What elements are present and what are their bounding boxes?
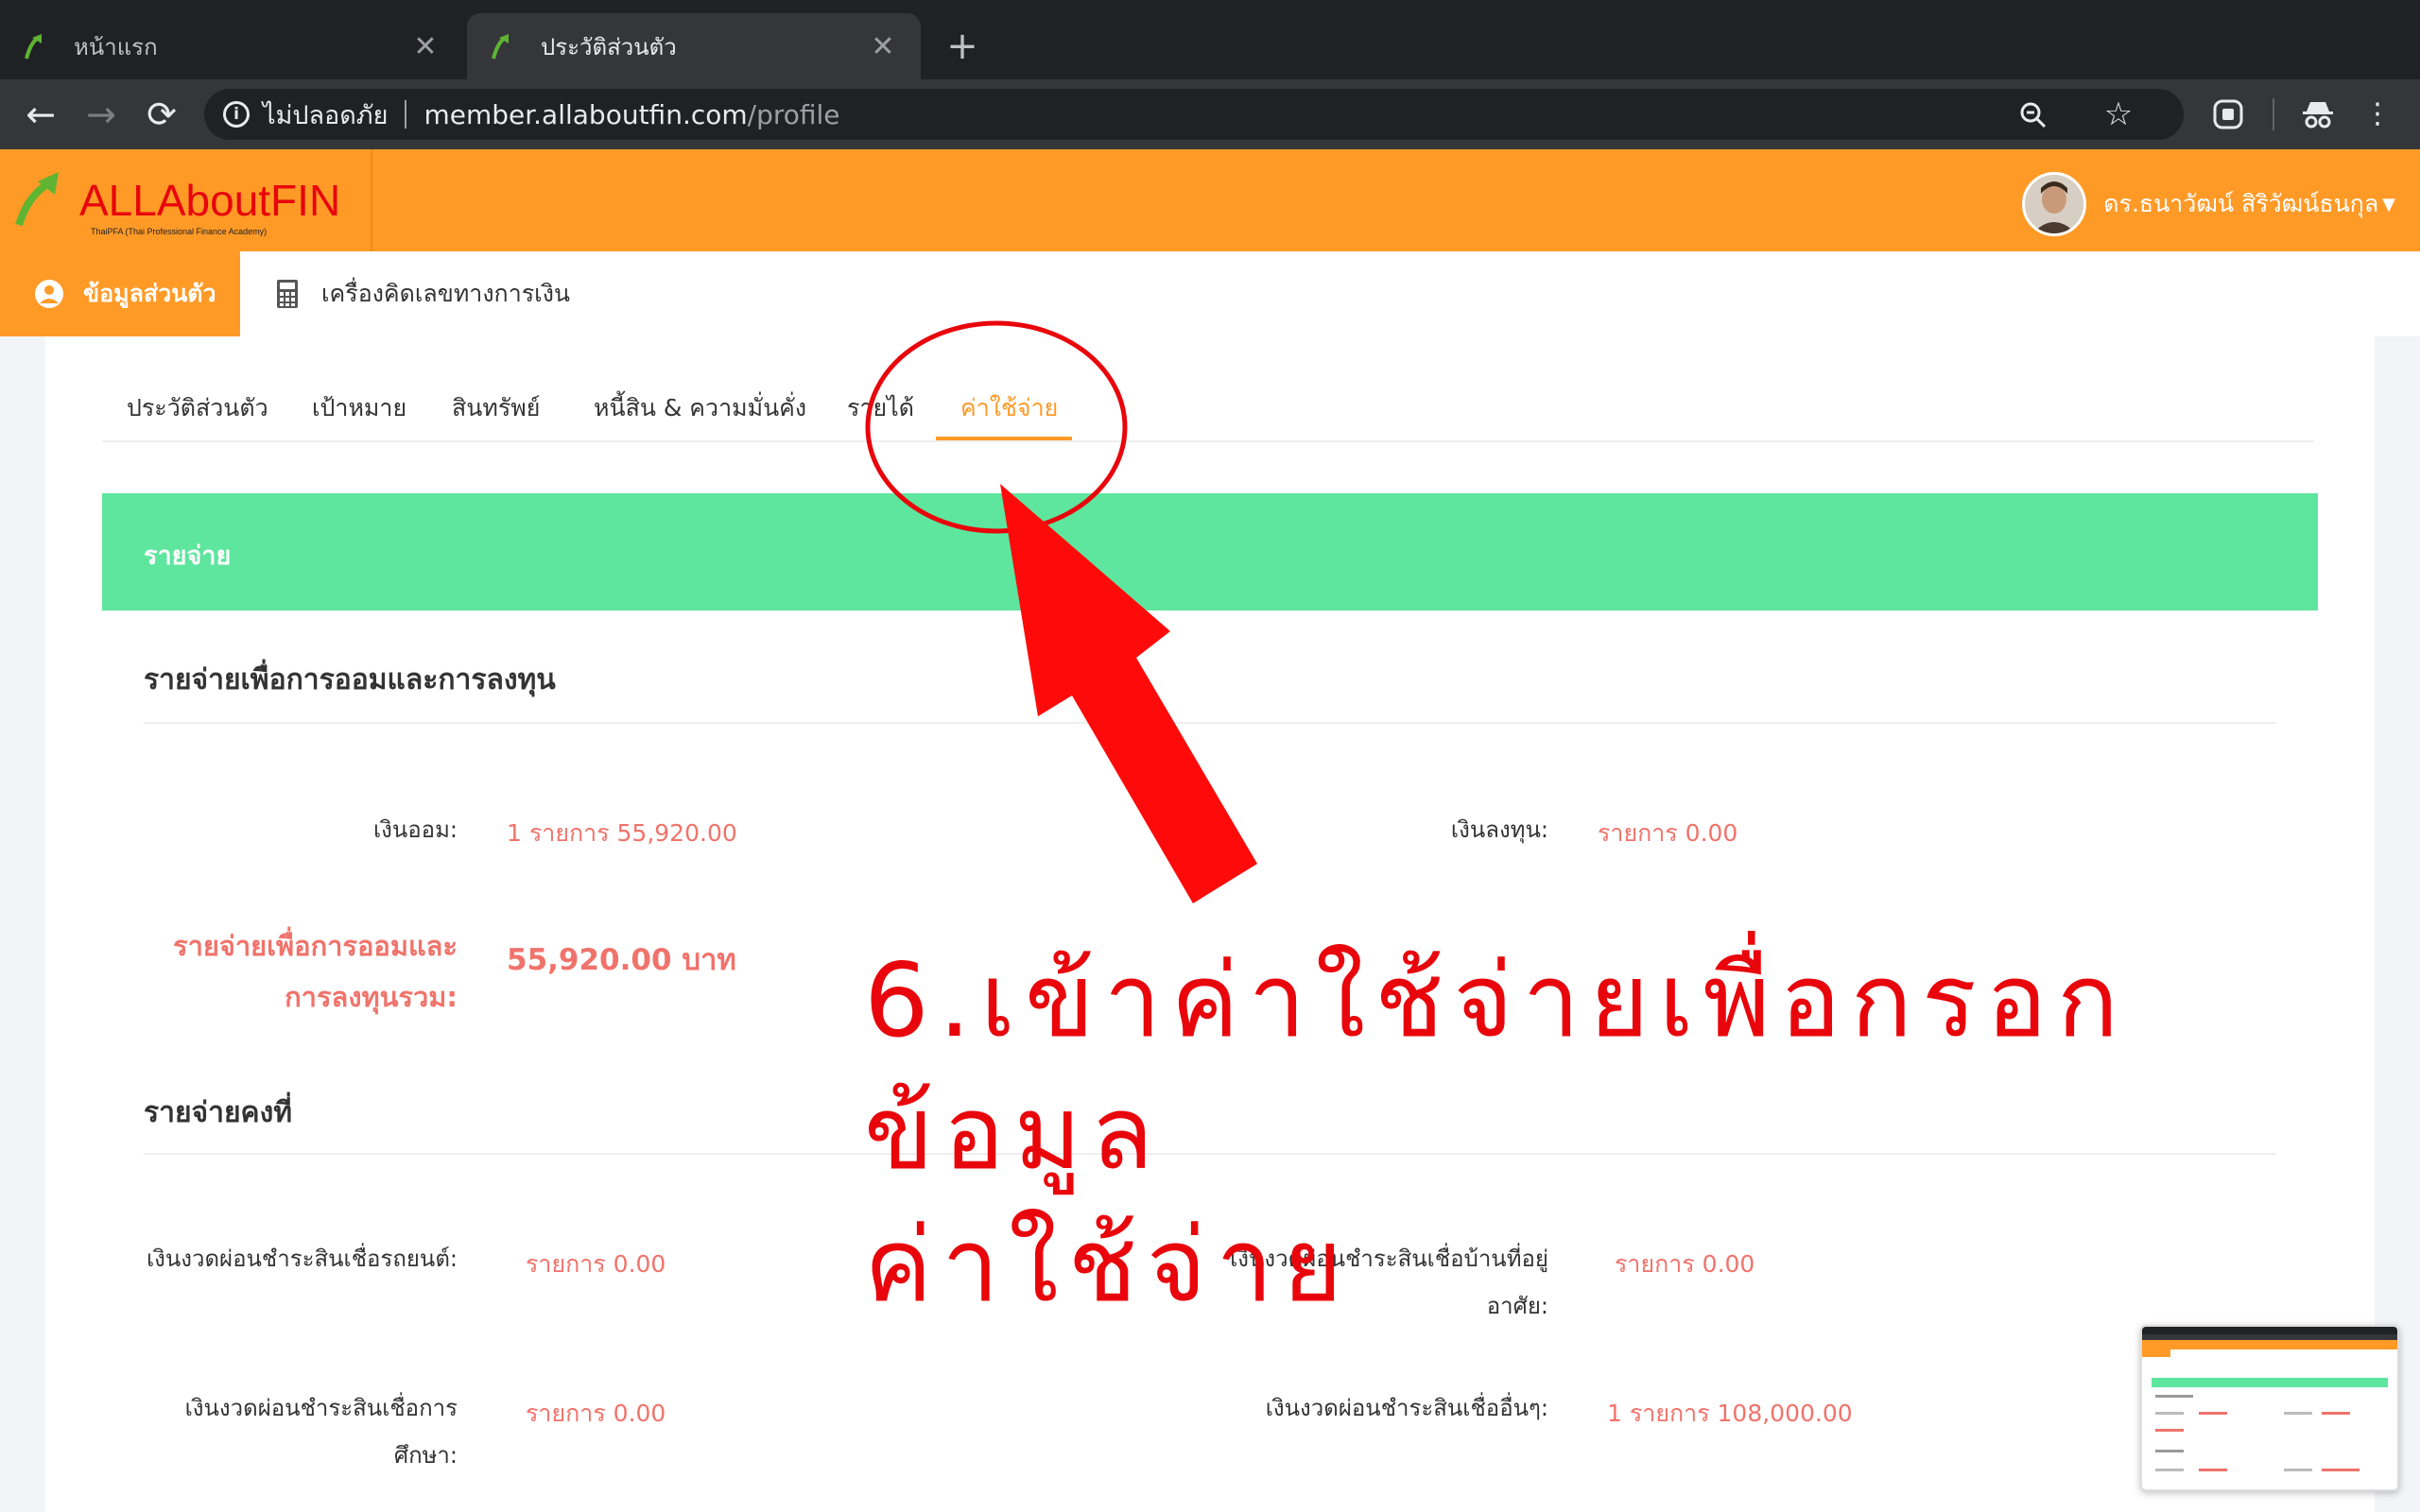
tab-goals[interactable]: เป้าหมาย — [312, 389, 406, 427]
logo-graphic: ALLAboutFIN ThaiPFA (Thai Professional F… — [15, 172, 340, 236]
app-header: ALLAboutFIN ThaiPFA (Thai Professional F… — [0, 149, 2420, 251]
toolbar-divider — [2273, 98, 2274, 130]
tab-close-icon[interactable]: ✕ — [408, 30, 442, 63]
logo-tagline: ThaiPFA (Thai Professional Finance Acade… — [91, 227, 267, 236]
tab-expenses[interactable]: ค่าใช้จ่าย — [960, 389, 1058, 427]
active-tab-indicator — [936, 437, 1072, 440]
edu-loan-label-line2: ศึกษา: — [393, 1442, 458, 1469]
user-name[interactable]: ดร.ธนาวัฒน์ สิริวัฒน์ธนกุล — [2103, 185, 2378, 223]
incognito-icon[interactable] — [2301, 98, 2335, 130]
saving-section-title: รายจ่ายเพื่อการออมและการลงทุน — [144, 663, 556, 696]
other-loan-label: เงินงวดผ่อนชำระสินเชื่ออื่นๆ: — [1265, 1395, 1548, 1421]
fixed-section-title: รายจ่ายคงที่ — [144, 1096, 293, 1129]
url-host[interactable]: member.allaboutfin.com — [424, 99, 747, 130]
browser-tab-strip: หน้าแรก ✕ ประวัติส่วนตัว ✕ + — [0, 0, 2420, 79]
invest-value-link[interactable]: รายการ 0.00 — [1598, 815, 1737, 852]
star-bookmark-icon[interactable]: ☆ — [2093, 89, 2144, 140]
profile-tabs: ประวัติส่วนตัว เป้าหมาย สินทรัพย์ หนี้สิ… — [102, 346, 2314, 442]
allaboutfin-logo[interactable]: ALLAboutFIN ThaiPFA (Thai Professional F… — [0, 149, 372, 251]
avatar-portrait — [2025, 175, 2084, 233]
address-bar[interactable]: i ไม่ปลอดภัย member.allaboutfin.com/prof… — [204, 89, 2184, 140]
address-separator — [405, 100, 407, 129]
edu-loan-value-link[interactable]: รายการ 0.00 — [526, 1395, 666, 1433]
browser-toolbar: ← → ⟳ i ไม่ปลอดภัย member.allaboutfin.co… — [0, 79, 2420, 149]
menu-kebab-icon[interactable]: ⋮ — [2354, 91, 2401, 138]
car-loan-label: เงินงวดผ่อนชำระสินเชื่อรถยนต์: — [146, 1246, 458, 1272]
nav-financial-calculator[interactable]: เครื่องคิดเลขทางการเงิน — [276, 251, 570, 336]
allaboutfin-favicon-icon — [25, 34, 42, 60]
saving-label: เงินออม: — [372, 816, 458, 843]
expense-banner: รายจ่าย — [102, 493, 2318, 610]
saving-total-label-line2: การลงทุนรวม: — [285, 981, 458, 1013]
nav-financial-calculator-label: เครื่องคิดเลขทางการเงิน — [321, 280, 571, 307]
zoom-icon[interactable] — [2019, 101, 2048, 129]
nav-personal-info[interactable]: ข้อมูลส่วนตัว — [0, 251, 240, 336]
info-icon[interactable]: i — [223, 101, 250, 128]
annotation-line1: 6.เข้าค่าใช้จ่ายเพื่อกรอกข้อมูล — [864, 942, 2129, 1193]
new-tab-plus-icon[interactable]: + — [942, 23, 983, 70]
screenshot-thumbnail[interactable] — [2140, 1325, 2399, 1491]
tab-assets[interactable]: สินทรัพย์ — [452, 389, 540, 427]
user-menu[interactable]: ดร.ธนาวัฒน์ สิริวัฒน์ธนกุล ▼ — [2022, 172, 2395, 236]
edu-loan-label-line1: เงินงวดผ่อนชำระสินเชื่อการ — [184, 1395, 458, 1421]
security-status[interactable]: ไม่ปลอดภัย — [263, 94, 388, 135]
allaboutfin-favicon-icon — [492, 34, 509, 60]
caret-down-icon[interactable]: ▼ — [2382, 195, 2395, 215]
invest-label: เงินลงทุน: — [1450, 816, 1548, 843]
saving-value-link[interactable]: 1 รายการ 55,920.00 — [507, 815, 737, 852]
annotation-line2: ค่าใช้จ่าย — [864, 1207, 1353, 1325]
extension-icon[interactable] — [2212, 98, 2244, 130]
tab-close-icon[interactable]: ✕ — [866, 30, 900, 63]
url-path[interactable]: /profile — [748, 99, 840, 130]
banner-title: รายจ่าย — [144, 541, 232, 571]
tab-liabilities[interactable]: หนี้สิน & ความมั่นคั่ง — [594, 389, 806, 427]
back-arrow-icon[interactable]: ← — [17, 91, 64, 138]
calculator-icon — [277, 280, 298, 308]
reload-icon[interactable]: ⟳ — [138, 91, 185, 138]
avatar[interactable] — [2022, 172, 2087, 236]
logo-text: ALLAboutFIN — [79, 176, 340, 225]
saving-total-value: 55,920.00 บาท — [507, 943, 736, 977]
browser-tab-title: ประวัติส่วนตัว — [541, 33, 677, 60]
app-subnav: ข้อมูลส่วนตัว เครื่องคิดเลขทางการเงิน — [0, 251, 2420, 336]
tab-personal-history[interactable]: ประวัติส่วนตัว — [127, 389, 268, 427]
annotation-text: 6.เข้าค่าใช้จ่ายเพื่อกรอกข้อมูล ค่าใช้จ่… — [864, 936, 2377, 1332]
car-loan-value-link[interactable]: รายการ 0.00 — [526, 1246, 666, 1283]
browser-tab-title: หน้าแรก — [74, 33, 158, 60]
nav-personal-info-label: ข้อมูลส่วนตัว — [83, 280, 216, 307]
user-circle-icon — [35, 280, 63, 308]
other-loan-value-link[interactable]: 1 รายการ 108,000.00 — [1607, 1395, 1853, 1433]
browser-tab-home[interactable]: หน้าแรก ✕ — [0, 13, 463, 79]
saving-total-label-line1: รายจ่ายเพื่อการออมและ — [173, 930, 458, 962]
forward-arrow-icon[interactable]: → — [78, 91, 125, 138]
browser-tab-profile[interactable]: ประวัติส่วนตัว ✕ — [467, 13, 921, 79]
thumbnail-preview — [2142, 1327, 2397, 1471]
section-divider — [144, 722, 2276, 724]
tab-income[interactable]: รายได้ — [847, 389, 914, 427]
